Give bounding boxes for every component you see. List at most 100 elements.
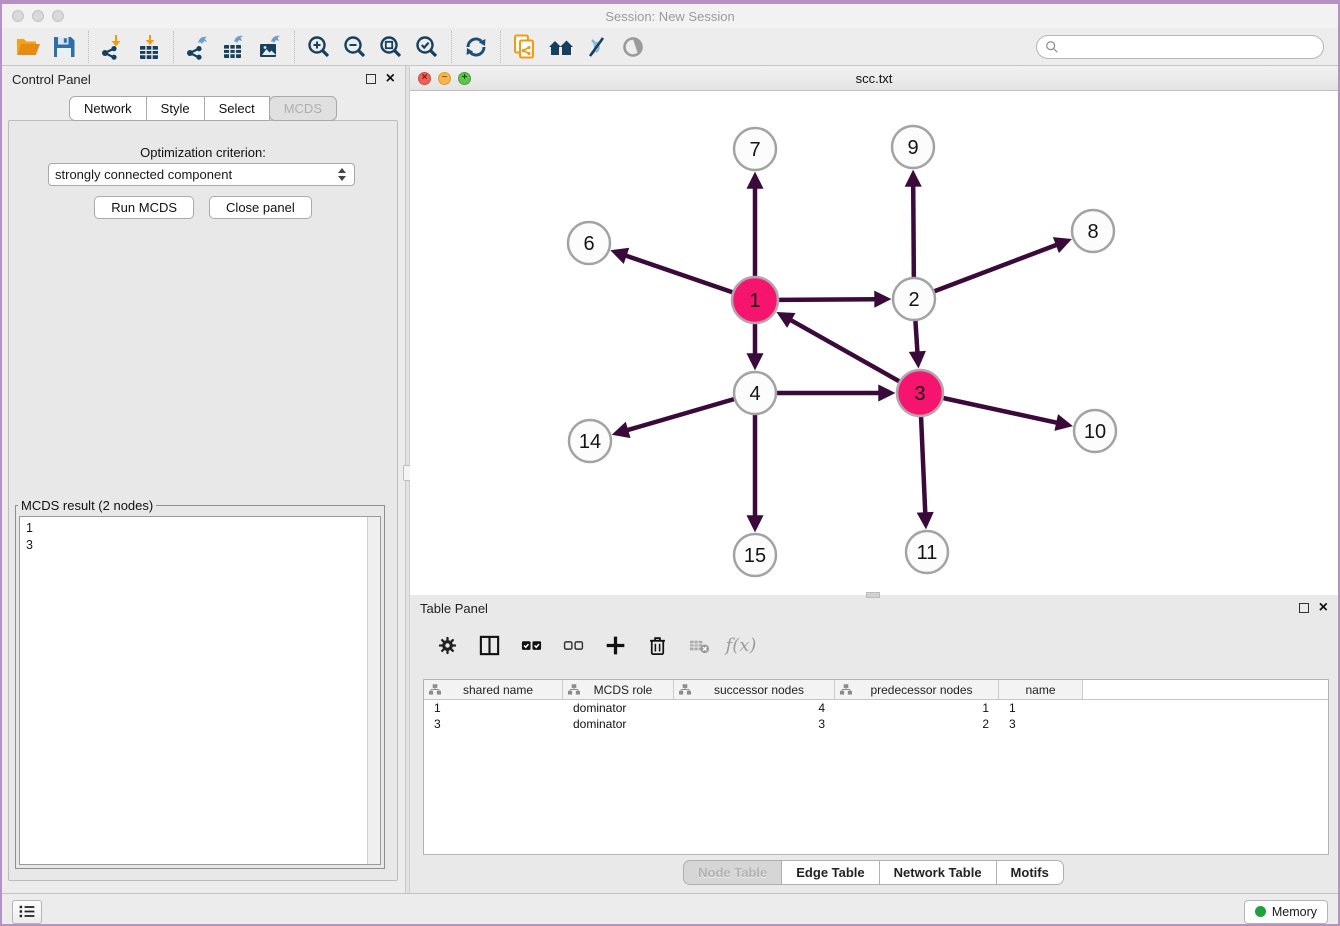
float-panel-icon[interactable]: [366, 74, 376, 84]
close-table-panel-icon[interactable]: ×: [1319, 603, 1328, 613]
optimization-criterion-label: Optimization criterion:: [9, 145, 397, 160]
memory-button[interactable]: Memory: [1244, 900, 1328, 924]
network-graph: 7 9 6 8 1 2 4 3 14 10 15 11: [410, 91, 1339, 594]
graph-node-3[interactable]: 3: [897, 370, 943, 416]
column-header-mcds-role[interactable]: MCDS role: [563, 680, 674, 699]
column-header-shared-name[interactable]: shared name: [424, 680, 563, 699]
svg-text:14: 14: [579, 431, 601, 453]
zoom-fit-button[interactable]: [373, 30, 409, 64]
graph-node-10[interactable]: 10: [1074, 410, 1116, 452]
main-toolbar: [2, 28, 1338, 66]
export-image-button[interactable]: [252, 30, 288, 64]
table-toolbar: f(x): [410, 621, 1338, 669]
search-input[interactable]: [1059, 39, 1315, 55]
column-type-icon: [568, 684, 580, 695]
apply-layout-button[interactable]: [458, 30, 494, 64]
select-all-columns-button[interactable]: [514, 628, 548, 662]
houses-icon: [548, 34, 574, 60]
export-network-icon: [185, 34, 211, 60]
toolbar-separator: [294, 31, 295, 63]
plus-icon: [604, 634, 627, 657]
run-mcds-button[interactable]: Run MCDS: [94, 196, 194, 219]
graph-node-8[interactable]: 8: [1072, 210, 1114, 252]
tab-network[interactable]: Network: [69, 96, 147, 121]
horizontal-splitter-handle[interactable]: [866, 592, 880, 598]
hide-visual-style-button[interactable]: [579, 30, 615, 64]
control-panel-title: Control Panel: [12, 72, 366, 87]
table-cell: 4: [674, 701, 835, 715]
tab-network-table[interactable]: Network Table: [879, 860, 997, 885]
toolbar-separator: [500, 31, 501, 63]
table-cell: dominator: [563, 717, 674, 731]
columns-icon: [478, 634, 501, 657]
show-all-button[interactable]: [615, 30, 651, 64]
zoom-out-button[interactable]: [337, 30, 373, 64]
deselect-all-columns-button[interactable]: [556, 628, 590, 662]
graph-node-7[interactable]: 7: [734, 128, 776, 170]
add-row-button[interactable]: [598, 628, 632, 662]
column-header-successor-nodes[interactable]: successor nodes: [674, 680, 835, 699]
dropdown-value: strongly connected component: [55, 167, 338, 182]
graph-node-4[interactable]: 4: [734, 372, 776, 414]
zoom-in-icon: [306, 34, 332, 60]
zoom-selected-icon: [414, 34, 440, 60]
tab-motifs[interactable]: Motifs: [996, 860, 1064, 885]
tab-edge-table[interactable]: Edge Table: [781, 860, 879, 885]
table-row[interactable]: 1dominator411: [424, 700, 1328, 716]
export-image-icon: [257, 34, 283, 60]
graph-node-15[interactable]: 15: [734, 534, 776, 576]
network-zoom-button[interactable]: +: [458, 72, 471, 85]
open-folder-icon: [15, 34, 41, 60]
tab-select[interactable]: Select: [204, 96, 270, 121]
close-panel-button[interactable]: Close panel: [209, 196, 312, 219]
graph-node-6[interactable]: 6: [568, 222, 610, 264]
svg-text:15: 15: [744, 545, 766, 567]
window-titlebar: Session: New Session: [2, 4, 1338, 28]
graph-node-9[interactable]: 9: [892, 126, 934, 168]
function-builder-button[interactable]: f(x): [724, 628, 758, 662]
duplicate-network-button[interactable]: [507, 30, 543, 64]
window-title: Session: New Session: [2, 9, 1338, 24]
home-button[interactable]: [543, 30, 579, 64]
tab-mcds[interactable]: MCDS: [269, 96, 337, 121]
graph-node-1[interactable]: 1: [732, 277, 778, 323]
zoom-selected-button[interactable]: [409, 30, 445, 64]
control-panel-tabs: NetworkStyleSelectMCDS: [2, 96, 405, 121]
delete-row-button[interactable]: [640, 628, 674, 662]
optimization-criterion-dropdown[interactable]: strongly connected component: [48, 163, 355, 186]
table-row[interactable]: 3dominator323: [424, 716, 1328, 732]
node-table: shared nameMCDS rolesuccessor nodesprede…: [423, 679, 1329, 855]
mcds-result-box: MCDS result (2 nodes) 1 3: [15, 498, 385, 869]
graph-node-11[interactable]: 11: [906, 531, 948, 573]
export-table-button[interactable]: [216, 30, 252, 64]
float-table-panel-icon[interactable]: [1299, 603, 1309, 613]
zoom-in-button[interactable]: [301, 30, 337, 64]
import-table-button[interactable]: [131, 30, 167, 64]
network-minimize-button[interactable]: −: [438, 72, 451, 85]
network-canvas[interactable]: 7 9 6 8 1 2 4 3 14 10 15 11: [410, 91, 1338, 595]
import-network-button[interactable]: [95, 30, 131, 64]
tab-node-table[interactable]: Node Table: [683, 860, 782, 885]
delete-table-button[interactable]: [682, 628, 716, 662]
task-history-button[interactable]: [12, 900, 42, 924]
column-header-name[interactable]: name: [999, 680, 1083, 699]
export-network-button[interactable]: [180, 30, 216, 64]
svg-text:2: 2: [908, 289, 919, 311]
toolbar-separator: [88, 31, 89, 63]
result-scrollbar[interactable]: [367, 517, 380, 864]
save-session-button[interactable]: [46, 30, 82, 64]
table-settings-button[interactable]: [430, 628, 464, 662]
svg-text:1: 1: [749, 290, 760, 312]
tab-style[interactable]: Style: [146, 96, 205, 121]
memory-status-dot: [1255, 906, 1266, 917]
graph-edge-2-8[interactable]: [914, 245, 1058, 300]
graph-node-14[interactable]: 14: [569, 420, 611, 462]
show-column-panel-button[interactable]: [472, 628, 506, 662]
graph-node-2[interactable]: 2: [893, 278, 935, 320]
network-window-title: scc.txt: [410, 71, 1338, 86]
column-header-predecessor-nodes[interactable]: predecessor nodes: [835, 680, 999, 699]
close-panel-icon[interactable]: ×: [386, 74, 395, 84]
svg-text:6: 6: [583, 233, 594, 255]
network-close-button[interactable]: ×: [418, 72, 431, 85]
open-session-button[interactable]: [10, 30, 46, 64]
